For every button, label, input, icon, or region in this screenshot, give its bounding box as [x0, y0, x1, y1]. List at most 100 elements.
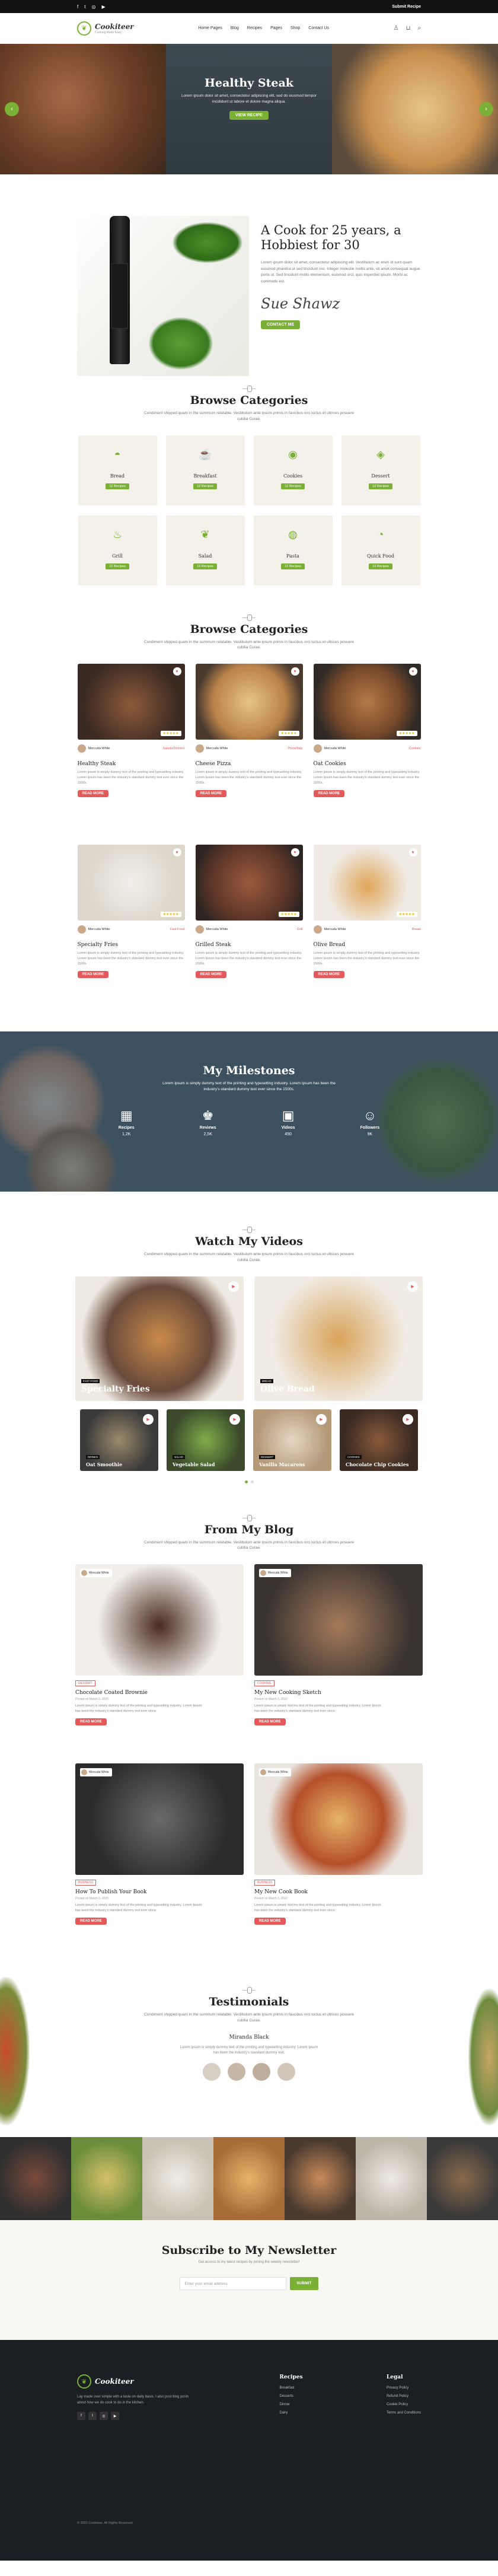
- twitter-icon[interactable]: t: [84, 4, 85, 9]
- blog-image[interactable]: Mercuda White: [75, 1564, 244, 1676]
- insta-photo[interactable]: [356, 2137, 427, 2220]
- recipe-title[interactable]: Olive Bread: [314, 942, 421, 948]
- recipe-title[interactable]: Oat Cookies: [314, 761, 421, 767]
- read-more-button[interactable]: READ MORE: [77, 790, 109, 798]
- category-card[interactable]: ❦ Salad 12 Recipes: [165, 515, 245, 585]
- menu-item-recipes[interactable]: Recipes: [247, 26, 262, 30]
- instagram-icon[interactable]: ◎: [91, 4, 95, 9]
- play-icon[interactable]: ▶: [316, 1413, 327, 1425]
- read-more-button[interactable]: READ MORE: [195, 971, 227, 979]
- blog-category[interactable]: DESSERT: [75, 1680, 95, 1686]
- video-card[interactable]: ▶ BREAD Olive Bread: [254, 1276, 423, 1401]
- read-more-button[interactable]: READ MORE: [313, 971, 345, 979]
- read-more-button[interactable]: READ MORE: [77, 971, 109, 979]
- menu-item-pages[interactable]: Pages: [270, 26, 282, 30]
- read-more-button[interactable]: READ MORE: [254, 1917, 286, 1925]
- menu-item-home[interactable]: Home Pages: [198, 26, 222, 30]
- view-recipe-button[interactable]: VIEW RECIPE: [229, 110, 269, 120]
- heart-icon[interactable]: ♥: [290, 667, 299, 676]
- heart-icon[interactable]: ♥: [408, 848, 417, 856]
- recipe-category[interactable]: Salads/Dinners: [162, 747, 184, 750]
- category-card[interactable]: ◈ Dessert 12 Recipes: [341, 435, 420, 505]
- recipe-author[interactable]: Mercuda White: [313, 744, 346, 753]
- recipe-author[interactable]: Mercuda White: [195, 744, 228, 753]
- read-more-button[interactable]: READ MORE: [313, 790, 345, 798]
- submit-recipe-link[interactable]: Submit Recipe: [392, 5, 421, 9]
- slider-dot[interactable]: [250, 1480, 254, 1483]
- recipe-author[interactable]: Mercuda White: [77, 925, 110, 934]
- video-card[interactable]: ▶ SALAD Vegetable Salad: [167, 1409, 245, 1471]
- read-more-button[interactable]: READ MORE: [75, 1917, 107, 1925]
- video-card[interactable]: ▶ DRINKS Oat Smoothie: [80, 1409, 158, 1471]
- insta-photo[interactable]: [0, 2137, 71, 2220]
- menu-item-shop[interactable]: Shop: [290, 26, 300, 30]
- category-card[interactable]: ◔ Quick Food 12 Recipes: [341, 515, 420, 585]
- facebook-icon[interactable]: f: [77, 4, 78, 9]
- recipe-image[interactable]: ♥ ★★★★★: [77, 664, 185, 740]
- blog-title[interactable]: My New Cook Book: [254, 1889, 423, 1895]
- blog-image[interactable]: Mercuda White: [75, 1763, 244, 1875]
- contact-me-button[interactable]: CONTACT ME: [261, 320, 301, 329]
- blog-title[interactable]: My New Cooking Sketch: [254, 1690, 423, 1696]
- avatar[interactable]: [203, 2062, 221, 2081]
- twitter-icon[interactable]: t: [88, 2412, 97, 2421]
- play-icon[interactable]: ▶: [228, 1281, 239, 1292]
- avatar[interactable]: [277, 2062, 295, 2081]
- video-card[interactable]: ▶ COOKIES Chocolate Chip Cookies: [340, 1409, 418, 1471]
- facebook-icon[interactable]: f: [77, 2412, 85, 2421]
- blog-author[interactable]: Mercuda White: [80, 1569, 112, 1577]
- insta-photo[interactable]: [142, 2137, 213, 2220]
- read-more-button[interactable]: READ MORE: [195, 790, 227, 798]
- recipe-image[interactable]: ♥ ★★★★★: [195, 664, 303, 740]
- blog-category[interactable]: BUSINESS: [254, 1880, 276, 1886]
- read-more-button[interactable]: READ MORE: [75, 1718, 107, 1725]
- insta-photo[interactable]: [71, 2137, 142, 2220]
- footer-link[interactable]: Privacy Policy: [387, 2386, 421, 2390]
- play-icon[interactable]: ▶: [229, 1413, 240, 1425]
- blog-image[interactable]: Mercuda White: [254, 1763, 423, 1875]
- recipe-category[interactable]: Cookies: [409, 747, 421, 750]
- recipe-title[interactable]: Specialty Fries: [78, 942, 185, 948]
- recipe-image[interactable]: ♥ ★★★★★: [313, 845, 421, 921]
- email-field[interactable]: Enter your email address: [179, 2277, 286, 2290]
- blog-category[interactable]: COOKING: [254, 1680, 274, 1686]
- recipe-title[interactable]: Grilled Steak: [196, 942, 303, 948]
- insta-photo[interactable]: [285, 2137, 356, 2220]
- category-card[interactable]: ◍ Pasta 12 Recipes: [253, 515, 333, 585]
- submit-button[interactable]: SUBMIT: [289, 2277, 319, 2290]
- heart-icon[interactable]: ♥: [290, 848, 299, 856]
- recipe-title[interactable]: Healthy Steak: [78, 761, 185, 767]
- read-more-button[interactable]: READ MORE: [254, 1718, 286, 1725]
- heart-icon[interactable]: ♥: [408, 667, 417, 676]
- recipe-author[interactable]: Mercuda White: [77, 744, 110, 753]
- category-card[interactable]: ◓ Bread 12 Recipes: [78, 435, 157, 505]
- footer-logo[interactable]: ❦ Cookiteer: [77, 2374, 196, 2389]
- footer-link[interactable]: Cookie Policy: [387, 2403, 421, 2406]
- footer-link[interactable]: Terms and Conditions: [387, 2411, 421, 2415]
- footer-link[interactable]: Refund Policy: [387, 2394, 421, 2398]
- user-icon[interactable]: ♙: [394, 25, 399, 31]
- play-icon[interactable]: ▶: [143, 1413, 154, 1425]
- heart-icon[interactable]: ♥: [173, 667, 181, 676]
- play-icon[interactable]: ▶: [403, 1413, 413, 1425]
- cart-icon[interactable]: ⊔: [406, 25, 411, 31]
- blog-author[interactable]: Mercuda White: [80, 1768, 112, 1776]
- blog-category[interactable]: BUSINESS: [75, 1880, 97, 1886]
- blog-author[interactable]: Mercuda White: [259, 1569, 291, 1577]
- recipe-image[interactable]: ♥ ★★★★★: [313, 664, 421, 740]
- youtube-icon[interactable]: ▶: [111, 2412, 119, 2421]
- recipe-image[interactable]: ♥ ★★★★★: [195, 845, 303, 921]
- recipe-category[interactable]: Fast Food: [170, 928, 185, 931]
- category-card[interactable]: ◉ Cookies 12 Recipes: [253, 435, 333, 505]
- youtube-icon[interactable]: ▶: [101, 4, 105, 9]
- menu-item-contact[interactable]: Contact Us: [308, 26, 329, 30]
- blog-author[interactable]: Mercuda White: [259, 1768, 291, 1776]
- search-icon[interactable]: ⌕: [417, 25, 421, 31]
- play-icon[interactable]: ▶: [407, 1281, 418, 1292]
- footer-link[interactable]: Desserts: [279, 2394, 302, 2398]
- category-card[interactable]: ♨ Grill 12 Recipes: [78, 515, 157, 585]
- recipe-category[interactable]: Bread: [412, 928, 421, 931]
- recipe-category[interactable]: Grill: [297, 928, 303, 931]
- recipe-title[interactable]: Cheese Pizza: [196, 761, 303, 767]
- recipe-image[interactable]: ♥ ★★★★★: [77, 845, 185, 921]
